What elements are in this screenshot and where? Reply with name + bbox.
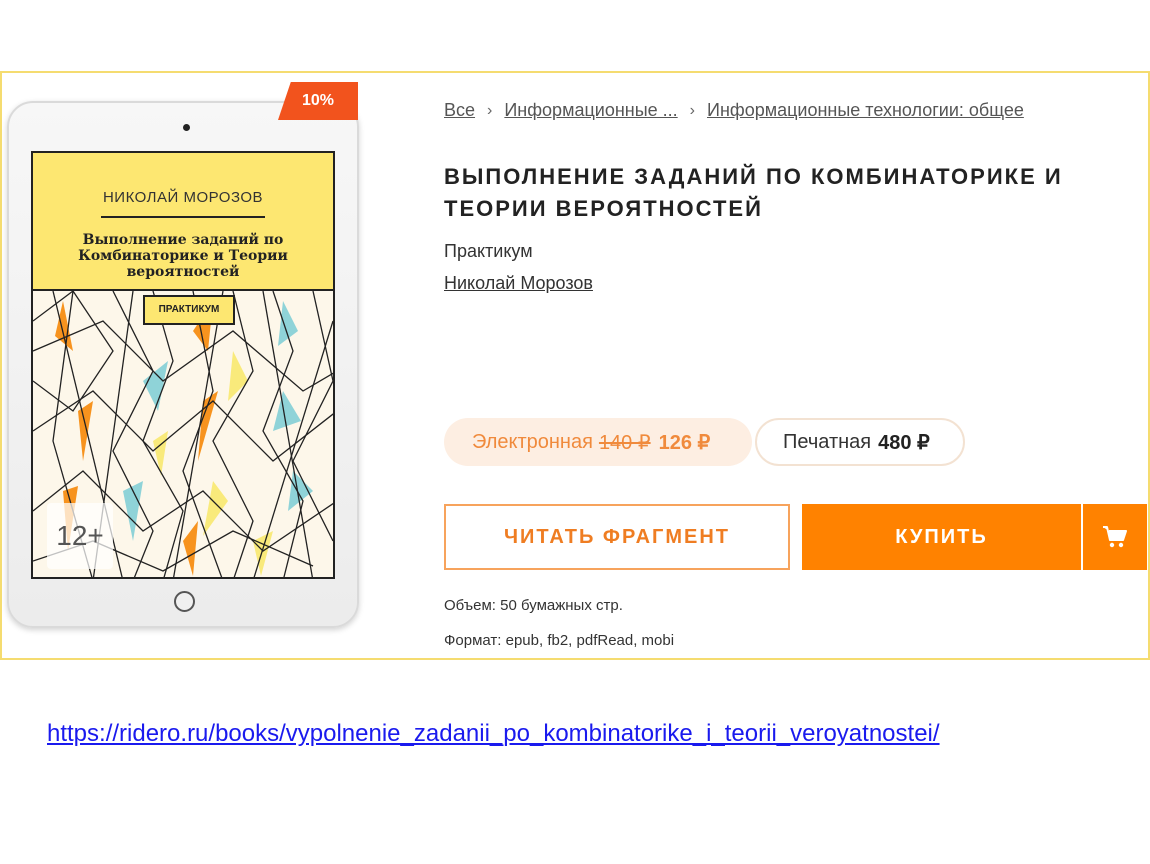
age-rating-badge: 12+ bbox=[47, 503, 113, 569]
book-card: НИКОЛАЙ МОРОЗОВ Выполнение заданий по Ко… bbox=[0, 71, 1150, 660]
book-subtitle: Практикум bbox=[444, 241, 533, 261]
cover-header: НИКОЛАЙ МОРОЗОВ Выполнение заданий по Ко… bbox=[33, 153, 333, 291]
print-price-option[interactable]: Печатная 480 ₽ bbox=[755, 418, 965, 466]
chevron-right-icon: › bbox=[689, 101, 695, 119]
cover-author: НИКОЛАЙ МОРОЗОВ bbox=[102, 189, 264, 206]
chevron-right-icon: › bbox=[487, 101, 493, 119]
tablet-camera bbox=[183, 124, 190, 131]
add-to-cart-button[interactable] bbox=[1083, 504, 1147, 570]
breadcrumb-item-all[interactable]: Все bbox=[444, 100, 475, 121]
breadcrumb: Все › Информационные ... › Информационны… bbox=[444, 100, 1024, 121]
tablet-mockup: НИКОЛАЙ МОРОЗОВ Выполнение заданий по Ко… bbox=[7, 101, 359, 628]
cover-practicum-label: ПРАКТИКУМ bbox=[143, 295, 235, 325]
cover-title: Выполнение заданий по Комбинаторике и Те… bbox=[78, 232, 288, 280]
print-price: 480 ₽ bbox=[878, 431, 930, 454]
read-fragment-button[interactable]: ЧИТАТЬ ФРАГМЕНТ bbox=[444, 504, 790, 570]
ebook-new-price: 126 ₽ bbox=[658, 431, 711, 454]
page-title: ВЫПОЛНЕНИЕ ЗАДАНИЙ ПО КОМБИНАТОРИКЕ И ТЕ… bbox=[444, 164, 1063, 221]
print-label: Печатная bbox=[783, 430, 872, 453]
ebook-price-option[interactable]: Электронная 140 ₽ 126 ₽ bbox=[444, 418, 752, 466]
author-link[interactable]: Николай Морозов bbox=[444, 273, 593, 294]
breadcrumb-item-it[interactable]: Информационные ... bbox=[504, 100, 677, 121]
buy-button[interactable]: КУПИТЬ bbox=[802, 504, 1081, 570]
book-formats: Формат: epub, fb2, pdfRead, mobi bbox=[444, 632, 675, 649]
book-cover[interactable]: НИКОЛАЙ МОРОЗОВ Выполнение заданий по Ко… bbox=[31, 151, 335, 579]
cover-divider bbox=[101, 216, 265, 218]
tablet-home-button bbox=[174, 591, 195, 612]
discount-badge: 10% bbox=[278, 82, 358, 120]
cart-icon bbox=[1103, 526, 1127, 548]
ebook-old-price: 140 ₽ bbox=[598, 431, 651, 454]
source-url-link[interactable]: https://ridero.ru/books/vypolnenie_zadan… bbox=[47, 720, 940, 748]
breadcrumb-item-it-general[interactable]: Информационные технологии: общее bbox=[707, 100, 1024, 121]
ebook-label: Электронная bbox=[472, 430, 593, 453]
book-volume: Объем: 50 бумажных стр. bbox=[444, 597, 623, 614]
